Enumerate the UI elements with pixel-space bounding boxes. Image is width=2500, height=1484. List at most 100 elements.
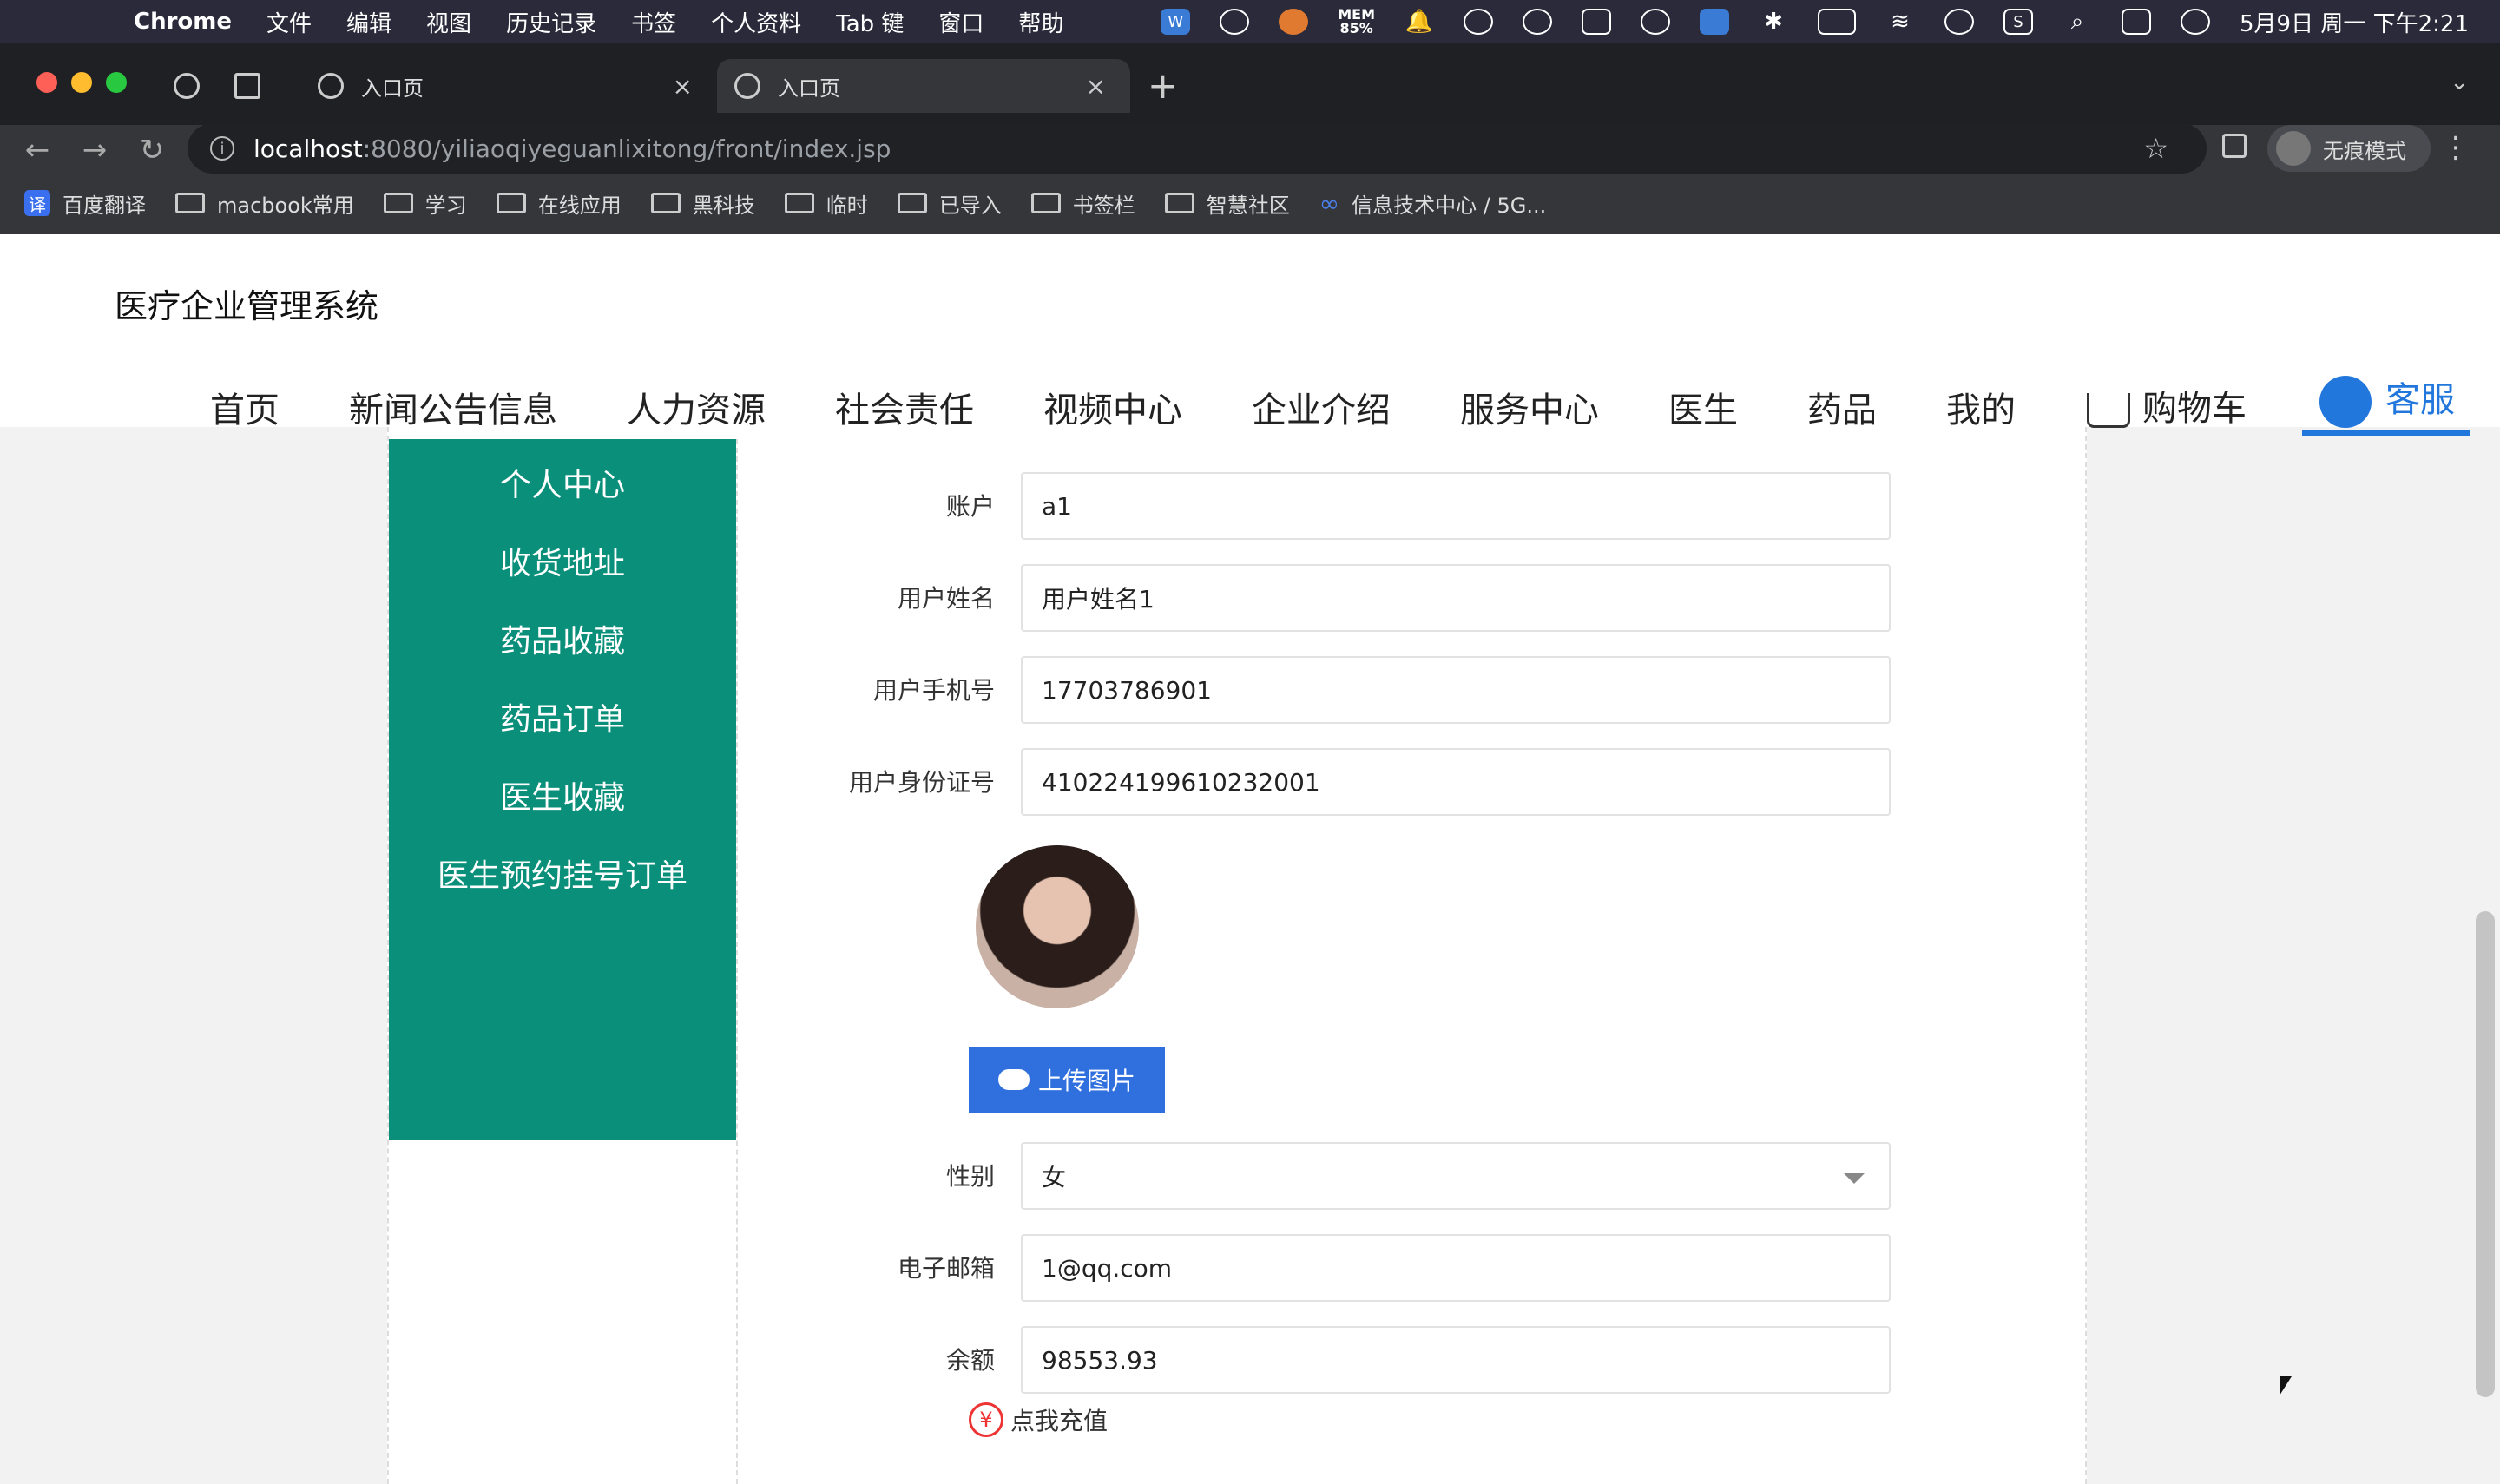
more-menu-icon[interactable]: ⋮ — [2441, 130, 2470, 165]
nav-medicine[interactable]: 药品 — [1807, 382, 1877, 432]
sidebar-item-doctor-favorites[interactable]: 医生收藏 — [389, 772, 736, 818]
battery-icon[interactable] — [1818, 9, 1856, 35]
menu-history[interactable]: 历史记录 — [506, 6, 596, 38]
close-window-button[interactable] — [36, 72, 57, 93]
menu-view[interactable]: 视图 — [426, 6, 471, 38]
bookmark-online-apps[interactable]: 在线应用 — [496, 188, 622, 219]
sidebar-item-profile[interactable]: 个人中心 — [389, 460, 736, 505]
chat-icon[interactable] — [1220, 9, 1250, 35]
nav-video[interactable]: 视频中心 — [1043, 382, 1182, 432]
close-tab-icon[interactable]: × — [673, 72, 693, 101]
close-tab-icon[interactable]: × — [1086, 72, 1106, 101]
nav-hr[interactable]: 人力资源 — [627, 382, 766, 432]
shield-icon[interactable] — [1641, 9, 1670, 35]
cloud-upload-icon — [997, 1069, 1030, 1090]
info-circle-icon[interactable] — [1464, 9, 1493, 35]
reload-button[interactable]: ↻ — [130, 128, 174, 172]
screen-icon[interactable] — [1700, 9, 1729, 35]
email-label: 电子邮箱 — [897, 1254, 995, 1283]
sidebar-item-address[interactable]: 收货地址 — [389, 538, 736, 583]
page-scrollbar[interactable] — [2476, 911, 2495, 1397]
bookmark-label: 在线应用 — [537, 193, 622, 218]
wifi-icon[interactable]: ≋ — [1885, 9, 1915, 35]
back-button[interactable]: ← — [16, 128, 59, 172]
menu-profile[interactable]: 个人资料 — [711, 6, 801, 38]
menu-window[interactable]: 窗口 — [938, 6, 984, 38]
wps-icon[interactable]: W — [1161, 9, 1191, 35]
menu-bookmarks[interactable]: 书签 — [631, 6, 676, 38]
sidebar-item-appointment-orders[interactable]: 医生预约挂号订单 — [389, 850, 736, 896]
email-input[interactable]: 1@qq.com — [1021, 1234, 1891, 1302]
zoom-window-button[interactable] — [106, 72, 127, 93]
balance-value: 98553.93 — [1042, 1345, 1158, 1375]
site-info-icon[interactable]: i — [210, 136, 234, 161]
menu-help[interactable]: 帮助 — [1018, 6, 1063, 38]
memory-indicator[interactable]: MEM 85% — [1338, 8, 1375, 36]
sidebar-item-medicine-orders[interactable]: 药品订单 — [389, 694, 736, 739]
menubar-datetime[interactable]: 5月9日 周一 下午2:21 — [2240, 6, 2469, 38]
nav-customer-service[interactable]: 客服 — [2319, 371, 2455, 428]
address-bar[interactable]: i localhost :8080/yiliaoqiyeguanlixitong… — [188, 123, 2207, 174]
nav-home[interactable]: 首页 — [210, 382, 280, 432]
forward-button[interactable]: → — [73, 128, 116, 172]
bookmark-bar-folder[interactable]: 书签栏 — [1030, 188, 1135, 219]
sidebar-item-medicine-favorites[interactable]: 药品收藏 — [389, 616, 736, 661]
bookmark-temp[interactable]: 临时 — [784, 188, 868, 219]
wechat-icon — [2319, 376, 2372, 428]
upload-label: 上传图片 — [1037, 1067, 1135, 1095]
idcard-label: 用户身份证号 — [848, 768, 995, 797]
nav-social-responsibility[interactable]: 社会责任 — [835, 382, 974, 432]
nav-cart[interactable]: 购物车 — [2087, 380, 2247, 430]
user-icon[interactable] — [1944, 9, 1974, 35]
nav-news[interactable]: 新闻公告信息 — [349, 382, 557, 432]
account-input[interactable]: a1 — [1021, 472, 1891, 540]
qq-icon[interactable]: 🔔 — [1405, 9, 1434, 35]
tab-pinned-page[interactable] — [234, 59, 286, 113]
menu-tab[interactable]: Tab 键 — [836, 6, 904, 38]
nav-company[interactable]: 企业介绍 — [1252, 382, 1391, 432]
side-panel-icon[interactable] — [2222, 134, 2247, 158]
bookmark-baidu-translate[interactable]: 译百度翻译 — [24, 188, 146, 219]
idcard-value: 410224199610232001 — [1042, 767, 1320, 797]
menu-app-chrome[interactable]: Chrome — [134, 9, 232, 35]
idcard-input[interactable]: 410224199610232001 — [1021, 748, 1891, 816]
upload-image-button[interactable]: 上传图片 — [969, 1047, 1165, 1113]
play-icon[interactable] — [1523, 9, 1552, 35]
siri-icon[interactable] — [2181, 9, 2210, 35]
app-badge-icon[interactable] — [1279, 9, 1309, 35]
menu-edit[interactable]: 编辑 — [346, 6, 391, 38]
gender-select[interactable]: 女 — [1021, 1142, 1891, 1210]
control-center-icon[interactable] — [2122, 9, 2151, 35]
nav-doctor[interactable]: 医生 — [1668, 382, 1738, 432]
new-tab-button[interactable]: + — [1148, 64, 1178, 107]
bookmark-star-icon[interactable]: ☆ — [2143, 132, 2168, 165]
bookmark-smart-community[interactable]: 智慧社区 — [1164, 188, 1290, 219]
recharge-link[interactable]: ¥ 点我充值 — [969, 1402, 1108, 1437]
bookmark-label: 已导入 — [938, 193, 1002, 218]
bookmark-macbook[interactable]: macbook常用 — [175, 188, 354, 219]
folder-icon — [784, 193, 814, 213]
minimize-window-button[interactable] — [71, 72, 92, 93]
phone-input[interactable]: 17703786901 — [1021, 656, 1891, 724]
nav-active-underline — [2302, 430, 2470, 436]
tab-pinned-globe[interactable] — [174, 59, 226, 113]
nav-service[interactable]: 服务中心 — [1460, 382, 1599, 432]
windows-icon[interactable] — [1582, 9, 1611, 35]
tab-search-chevron-icon[interactable]: ⌄ — [2450, 69, 2469, 95]
incognito-indicator[interactable]: 无痕模式 — [2267, 125, 2431, 172]
search-icon[interactable]: ⌕ — [2062, 9, 2092, 35]
name-input[interactable]: 用户姓名1 — [1021, 564, 1891, 632]
balance-input[interactable]: 98553.93 — [1021, 1326, 1891, 1394]
tab-2[interactable]: 入口页 × — [717, 59, 1130, 113]
user-sidebar: 个人中心 收货地址 药品收藏 药品订单 医生收藏 医生预约挂号订单 — [389, 439, 736, 1140]
bookmark-tech[interactable]: 黑科技 — [650, 188, 755, 219]
tab-1[interactable]: 入口页 × — [318, 59, 717, 113]
bookmark-imported[interactable]: 已导入 — [897, 188, 1002, 219]
bluetooth-icon[interactable]: ✱ — [1759, 9, 1788, 35]
s-app-icon[interactable]: S — [2003, 9, 2033, 35]
incognito-icon — [2276, 131, 2311, 166]
bookmark-study[interactable]: 学习 — [383, 188, 467, 219]
nav-mine[interactable]: 我的 — [1946, 382, 2016, 432]
bookmark-it-center[interactable]: ∞ 信息技术中心 / 5G... — [1319, 188, 1546, 219]
menu-file[interactable]: 文件 — [266, 6, 312, 38]
